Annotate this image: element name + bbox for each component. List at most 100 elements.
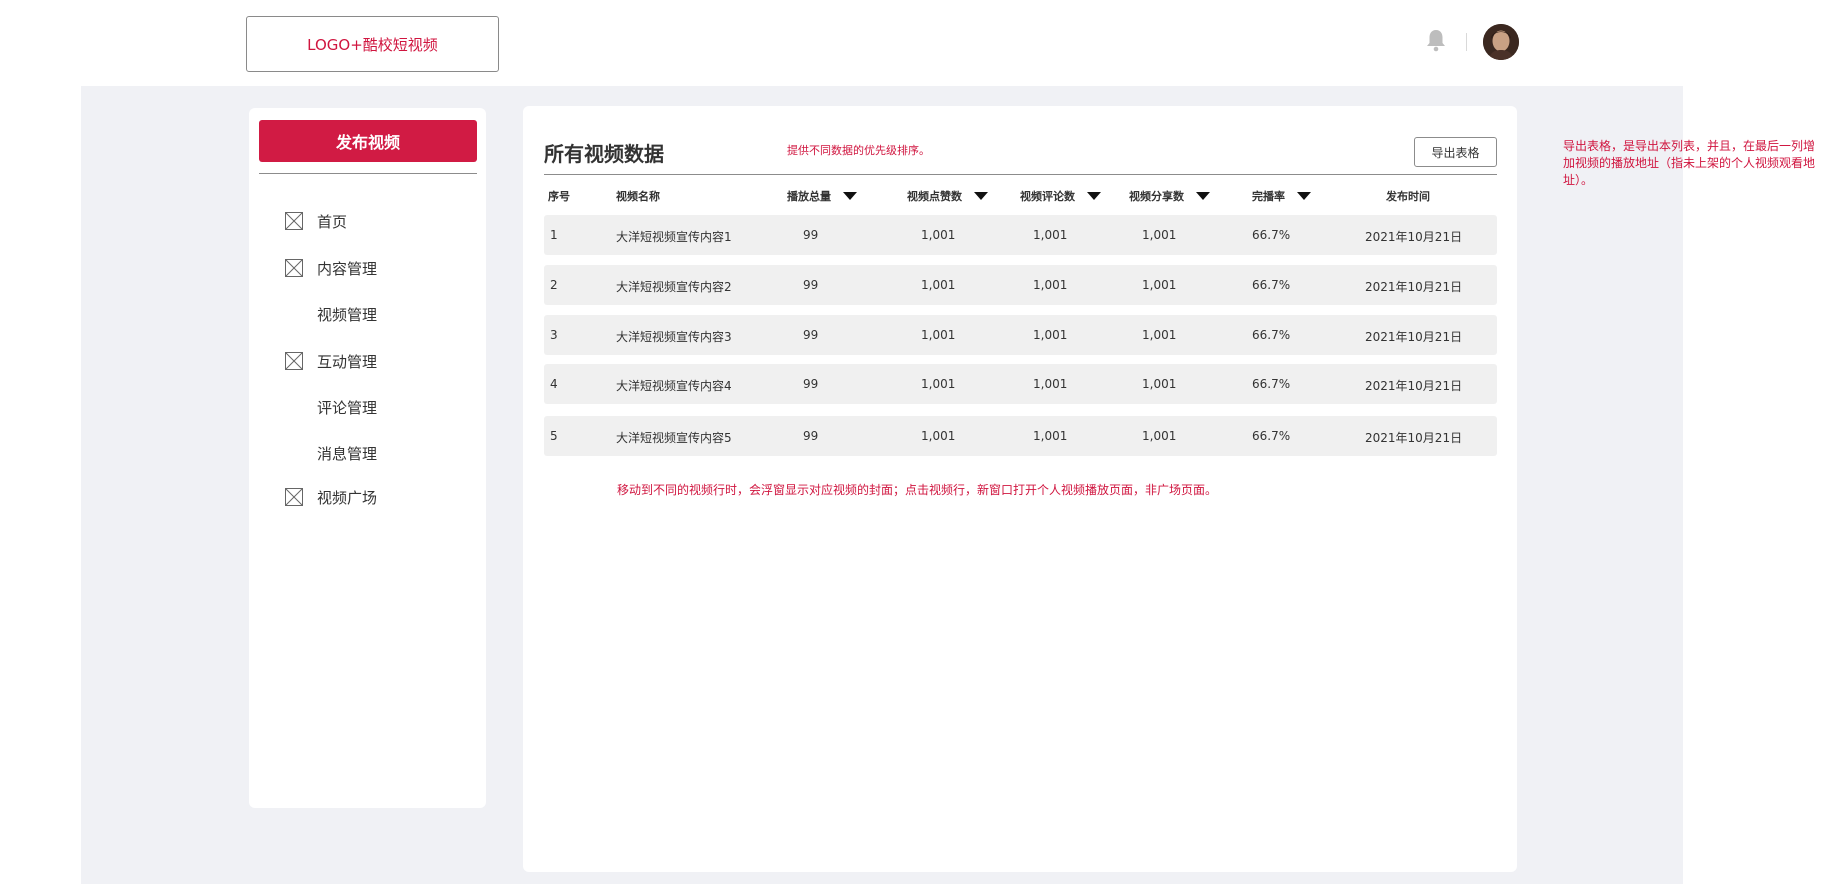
cell-plays: 99 [803,377,819,391]
column-header-label: 视频分享数 [1129,190,1184,203]
sidebar-item-message-management[interactable]: 消息管理 [249,438,486,468]
sort-down-icon[interactable] [1087,192,1101,200]
header-divider [1466,33,1467,51]
cell-shares: 1,001 [1142,228,1177,242]
cell-completion-rate: 66.7% [1252,328,1291,342]
avatar-image [1483,24,1519,60]
cell-index: 3 [550,328,558,342]
publish-video-label: 发布视频 [335,133,400,152]
logo-box[interactable]: LOGO+酷校短视频 [246,16,499,72]
sidebar-item-interaction-management[interactable]: 互动管理 [249,346,486,376]
cell-comments: 1,001 [1033,228,1068,242]
cell-publish-time: 2021年10月21日 [1365,379,1463,393]
cell-plays: 99 [803,228,819,242]
column-header-likes: 视频点赞数 [907,188,988,204]
cell-name: 大洋短视频宣传内容3 [616,330,732,344]
cell-completion-rate: 66.7% [1252,228,1291,242]
publish-video-button[interactable]: 发布视频 [259,120,477,162]
sidebar-item-label: 互动管理 [317,352,378,371]
cell-publish-time: 2021年10月21日 [1365,230,1463,244]
column-header-label: 视频评论数 [1020,190,1075,203]
column-header-shares: 视频分享数 [1129,188,1210,204]
column-header-label: 序号 [548,190,570,203]
cell-index: 5 [550,429,558,443]
cell-completion-rate: 66.7% [1252,377,1291,391]
sort-down-icon[interactable] [974,192,988,200]
column-header-label: 视频名称 [616,190,660,203]
table-header: 序号 视频名称 播放总量 视频点赞数 视频评论数 视频分享数 完播率 发布时间 [544,184,1497,208]
cell-publish-time: 2021年10月21日 [1365,431,1463,445]
column-header-name: 视频名称 [616,188,660,204]
sidebar-item-label: 内容管理 [317,259,378,278]
table-row[interactable]: 5 大洋短视频宣传内容5 99 1,001 1,001 1,001 66.7% … [544,416,1497,456]
cell-comments: 1,001 [1033,377,1068,391]
cell-shares: 1,001 [1142,429,1177,443]
sidebar-item-label: 消息管理 [317,444,378,463]
column-header-label: 播放总量 [787,190,831,203]
column-header-index: 序号 [548,188,570,204]
cell-likes: 1,001 [921,228,956,242]
placeholder-image-icon [285,259,303,277]
cell-name: 大洋短视频宣传内容2 [616,280,732,294]
sidebar-item-comment-management[interactable]: 评论管理 [249,392,486,422]
cell-shares: 1,001 [1142,278,1177,292]
sidebar-item-label: 视频广场 [317,488,378,507]
column-header-plays: 播放总量 [787,188,857,204]
sidebar-item-home[interactable]: 首页 [249,206,486,236]
sort-down-icon[interactable] [1196,192,1210,200]
cell-comments: 1,001 [1033,278,1068,292]
column-header-comments: 视频评论数 [1020,188,1101,204]
cell-likes: 1,001 [921,377,956,391]
placeholder-image-icon [285,352,303,370]
cell-publish-time: 2021年10月21日 [1365,330,1463,344]
bell-icon[interactable] [1425,28,1447,52]
sidebar: 发布视频 首页 内容管理 视频管理 互动管理 评论管理 消息管理 视频广场 [249,108,486,808]
sidebar-item-label: 视频管理 [317,305,378,324]
export-table-button[interactable]: 导出表格 [1414,137,1497,167]
cell-name: 大洋短视频宣传内容1 [616,230,732,244]
export-table-label: 导出表格 [1431,145,1480,160]
cell-name: 大洋短视频宣传内容5 [616,431,732,445]
sidebar-item-video-management[interactable]: 视频管理 [249,299,486,329]
sort-down-icon[interactable] [1297,192,1311,200]
cell-index: 4 [550,377,558,391]
cell-plays: 99 [803,278,819,292]
content-card: 所有视频数据 提供不同数据的优先级排序。 导出表格 序号 视频名称 播放总量 视… [523,106,1517,872]
table-row[interactable]: 1 大洋短视频宣传内容1 99 1,001 1,001 1,001 66.7% … [544,215,1497,255]
sidebar-item-video-square[interactable]: 视频广场 [249,482,486,512]
placeholder-image-icon [285,488,303,506]
sort-down-icon[interactable] [843,192,857,200]
table-row[interactable]: 4 大洋短视频宣传内容4 99 1,001 1,001 1,001 66.7% … [544,364,1497,404]
cell-index: 2 [550,278,558,292]
cell-likes: 1,001 [921,328,956,342]
sidebar-item-content-management[interactable]: 内容管理 [249,253,486,283]
cell-shares: 1,001 [1142,328,1177,342]
column-header-label: 完播率 [1252,190,1285,203]
cell-publish-time: 2021年10月21日 [1365,280,1463,294]
cell-comments: 1,001 [1033,328,1068,342]
table-row[interactable]: 3 大洋短视频宣传内容3 99 1,001 1,001 1,001 66.7% … [544,315,1497,355]
cell-likes: 1,001 [921,429,956,443]
cell-completion-rate: 66.7% [1252,429,1291,443]
cell-shares: 1,001 [1142,377,1177,391]
cell-plays: 99 [803,328,819,342]
logo-text: LOGO+酷校短视频 [307,35,438,54]
cell-completion-rate: 66.7% [1252,278,1291,292]
page: LOGO+酷校短视频 发布视频 首页 内容管理 视频管理 互动管理 评论管理 消… [0,0,1831,896]
sidebar-item-label: 评论管理 [317,398,378,417]
column-header-publish-time: 发布时间 [1386,188,1430,204]
column-header-label: 发布时间 [1386,190,1430,203]
cell-name: 大洋短视频宣传内容4 [616,379,732,393]
table-row[interactable]: 2 大洋短视频宣传内容2 99 1,001 1,001 1,001 66.7% … [544,265,1497,305]
page-title: 所有视频数据 [544,142,664,166]
avatar[interactable] [1483,24,1519,60]
sort-annotation: 提供不同数据的优先级排序。 [787,144,930,157]
cell-index: 1 [550,228,558,242]
placeholder-image-icon [285,212,303,230]
column-header-label: 视频点赞数 [907,190,962,203]
hover-annotation: 移动到不同的视频行时，会浮窗显示对应视频的封面；点击视频行，新窗口打开个人视频播… [617,483,1218,497]
cell-plays: 99 [803,429,819,443]
cell-likes: 1,001 [921,278,956,292]
title-divider [544,174,1497,175]
cell-comments: 1,001 [1033,429,1068,443]
